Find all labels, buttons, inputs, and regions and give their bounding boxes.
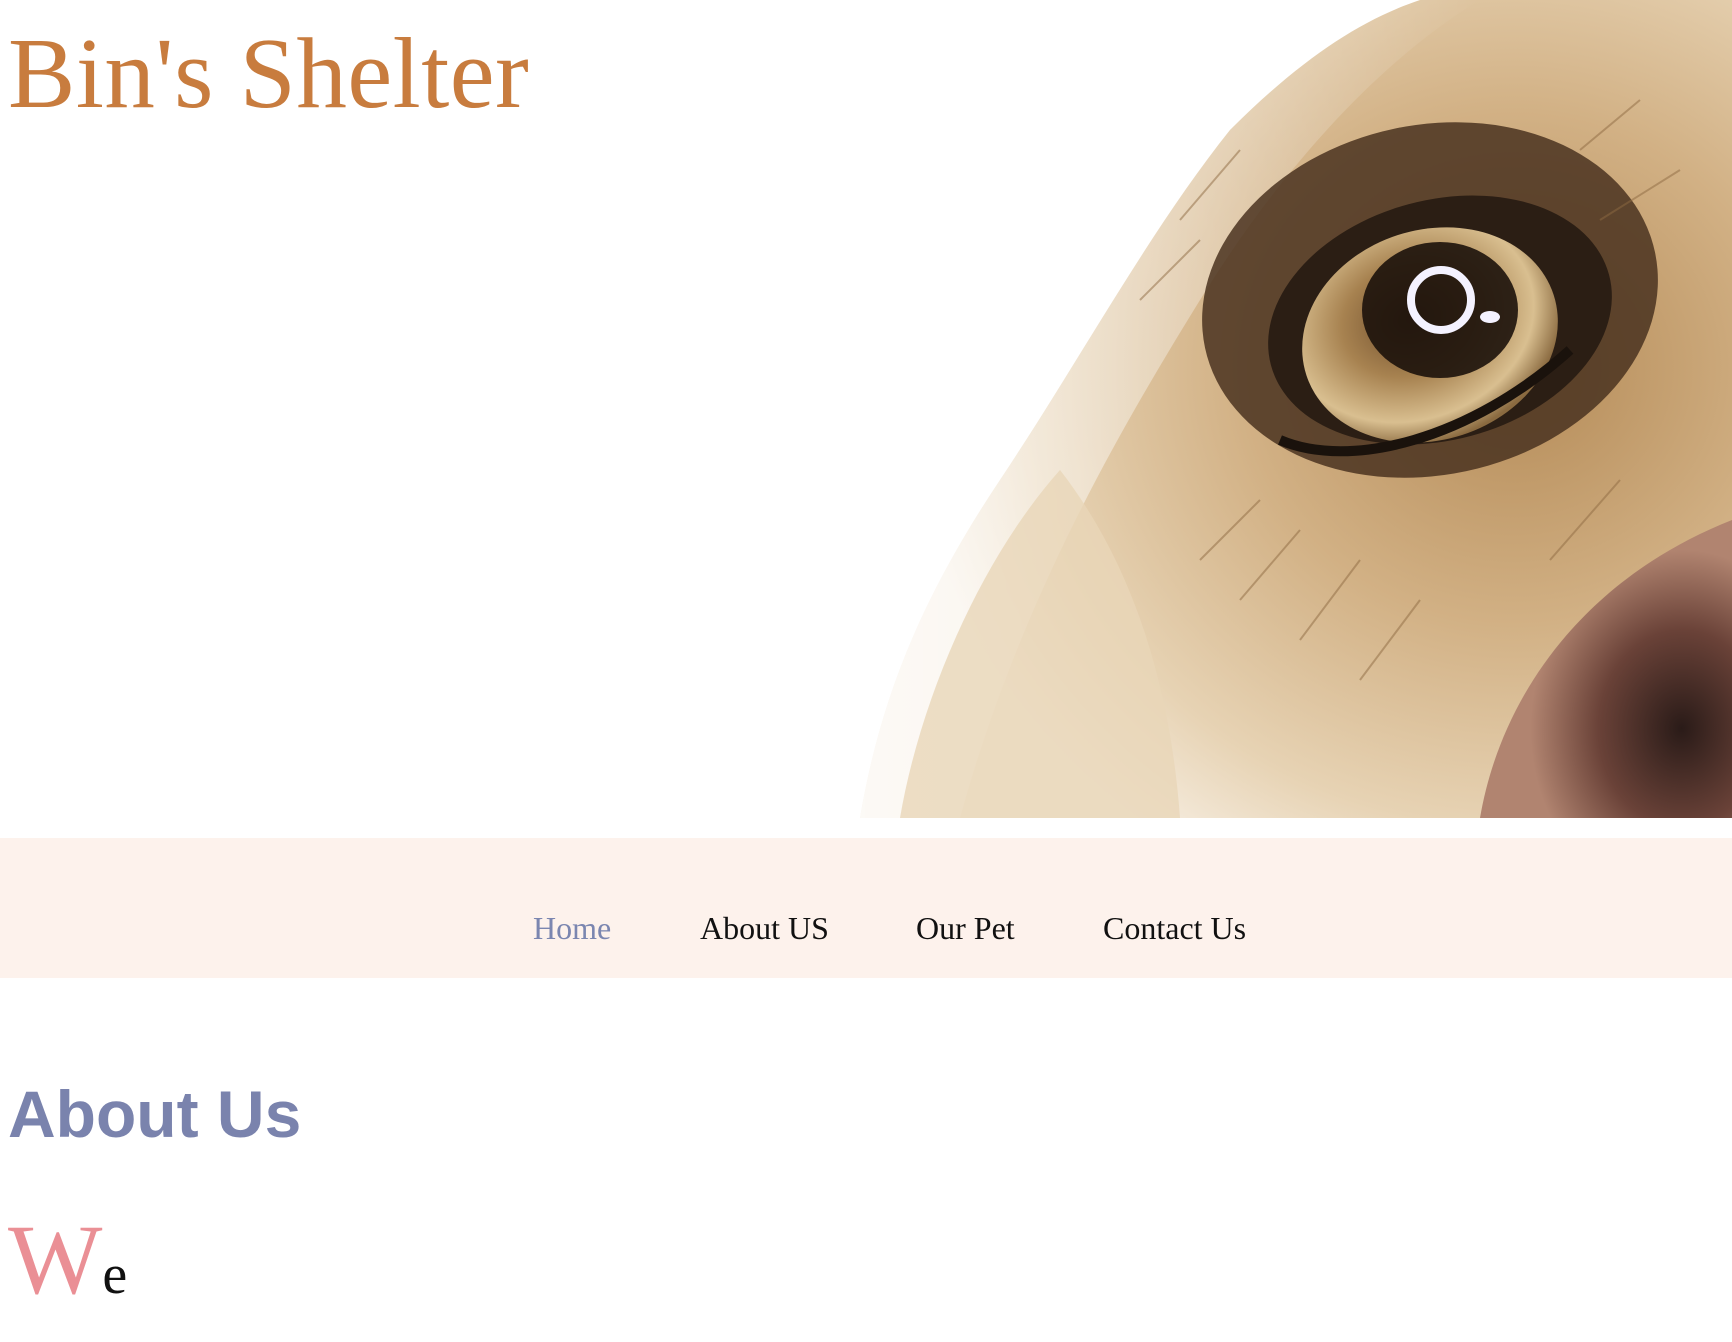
hero-banner: Bin's Shelter	[0, 0, 1732, 818]
about-intro-text: We	[8, 1210, 127, 1310]
drop-cap-letter: W	[8, 1204, 103, 1315]
nav-link-contact-us[interactable]: Contact Us	[1103, 910, 1246, 947]
nav-link-about-us[interactable]: About US	[700, 910, 829, 947]
site-title: Bin's Shelter	[8, 17, 530, 129]
main-nav: Home About US Our Pet Contact Us	[0, 838, 1732, 978]
about-heading: About Us	[8, 1077, 302, 1151]
nav-link-home[interactable]: Home	[533, 910, 611, 947]
intro-text-start: e	[102, 1244, 128, 1306]
nav-link-our-pet[interactable]: Our Pet	[916, 910, 1015, 947]
